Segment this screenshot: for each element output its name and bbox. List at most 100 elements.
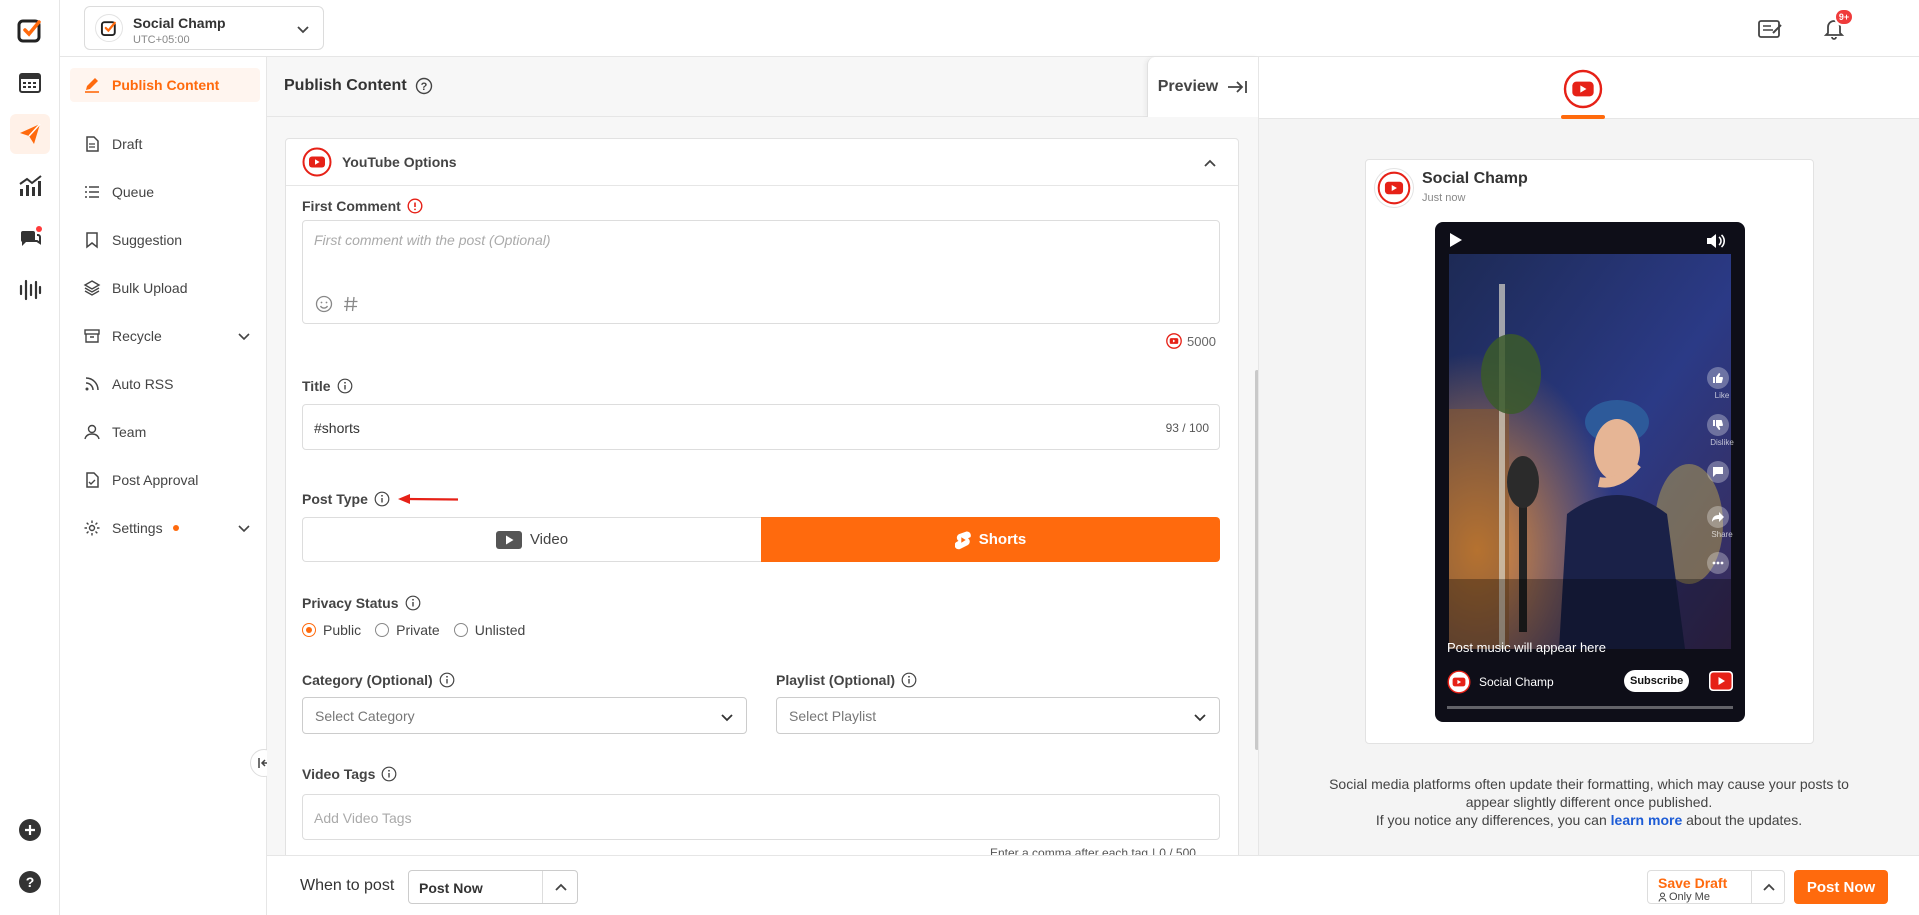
video-thumbnail: [1449, 254, 1731, 649]
privacy-public-radio[interactable]: Public: [302, 622, 361, 638]
privacy-unlisted-radio[interactable]: Unlisted: [453, 622, 526, 638]
post-now-button[interactable]: Post Now: [1794, 870, 1888, 904]
privacy-unlisted-label: Unlisted: [474, 622, 526, 638]
video-tags-hint-text: Enter a comma after each tag: [990, 847, 1149, 855]
info-icon: [374, 491, 390, 507]
sidebar-item-recycle[interactable]: Recycle: [70, 319, 260, 353]
sidebar-item-suggestion[interactable]: Suggestion: [70, 223, 260, 257]
preview-channel-name: Social Champ: [1422, 170, 1528, 187]
youtube-options-header[interactable]: YouTube Options: [286, 139, 1238, 186]
volume-icon[interactable]: [1705, 232, 1725, 250]
youtube-preview-tab[interactable]: [1561, 69, 1605, 109]
first-comment-label: First Comment: [302, 198, 423, 214]
sidebar-item-label: Team: [112, 424, 147, 440]
category-label: Category (Optional): [302, 672, 455, 688]
notice-line-2-suffix: about the updates.: [1686, 812, 1803, 828]
analytics-icon[interactable]: [10, 166, 50, 206]
hashtag-icon[interactable]: [343, 295, 359, 313]
share-icon[interactable]: [1707, 506, 1729, 528]
settings-indicator-dot: [172, 525, 179, 531]
document-check-icon: [82, 470, 102, 490]
playlist-select-value: Select Playlist: [789, 708, 877, 724]
chevron-down-icon: [236, 328, 252, 344]
comment-icon[interactable]: [1707, 461, 1729, 483]
add-icon[interactable]: [10, 810, 50, 850]
sidebar-item-label: Publish Content: [112, 77, 220, 93]
youtube-icon: [1374, 168, 1414, 208]
chevron-up-icon[interactable]: [1762, 881, 1776, 893]
video-tags-input[interactable]: Add Video Tags: [302, 794, 1220, 840]
when-to-post-select[interactable]: Post Now: [408, 870, 578, 904]
listening-icon[interactable]: [10, 270, 50, 310]
first-comment-textarea[interactable]: First comment with the post (Optional): [302, 220, 1220, 324]
account-switcher[interactable]: Social Champ UTC+05:00: [84, 6, 324, 50]
video-tags-label-text: Video Tags: [302, 766, 376, 782]
when-to-post-label: When to post: [300, 877, 395, 894]
title-input[interactable]: #shorts 93 / 100: [302, 404, 1220, 450]
sidebar-item-publish-content[interactable]: Publish Content: [70, 68, 260, 102]
share-label: Share: [1711, 530, 1733, 539]
top-bar: Social Champ UTC+05:00 9+: [60, 0, 1919, 57]
video-tags-label: Video Tags: [302, 766, 397, 782]
dislike-icon[interactable]: [1707, 414, 1729, 436]
category-select[interactable]: Select Category: [302, 697, 747, 734]
post-type-shorts-button[interactable]: Shorts: [761, 517, 1220, 562]
sidebar-item-post-approval[interactable]: Post Approval: [70, 463, 260, 497]
divider: [542, 871, 543, 903]
notifications-bell-icon[interactable]: 9+: [1822, 8, 1854, 40]
help-icon[interactable]: ?: [10, 862, 50, 902]
bottom-bar: When to post Post Now Save Draft Only Me…: [267, 855, 1919, 915]
video-preview[interactable]: Like Dislike Share Post music will appea…: [1435, 222, 1745, 722]
svg-text:?: ?: [26, 874, 35, 890]
publish-header: Publish Content ? Preview: [267, 57, 1258, 117]
privacy-status-label-text: Privacy Status: [302, 595, 399, 611]
save-scope-text: Only Me: [1669, 891, 1710, 903]
engage-chat-icon[interactable]: [10, 218, 50, 258]
svg-text:?: ?: [420, 81, 427, 93]
post-type-video-button[interactable]: Video: [302, 517, 761, 562]
category-label-text: Category (Optional): [302, 672, 433, 688]
youtube-icon: [1447, 670, 1471, 694]
video-progress-track[interactable]: [1447, 706, 1733, 709]
chevron-down-icon: [295, 21, 311, 37]
sidebar-item-team[interactable]: Team: [70, 415, 260, 449]
pencil-icon: [82, 75, 102, 95]
subscribe-button[interactable]: Subscribe: [1624, 670, 1690, 692]
sidebar-item-queue[interactable]: Queue: [70, 175, 260, 209]
chevron-up-icon[interactable]: [1202, 157, 1218, 169]
list-icon: [82, 182, 102, 202]
youtube-icon: [302, 147, 332, 177]
sidebar-item-bulk-upload[interactable]: Bulk Upload: [70, 271, 260, 305]
when-to-post-value: Post Now: [419, 880, 483, 896]
title-char-counter: 93 / 100: [1165, 421, 1209, 435]
preview-network-tabs: [1259, 57, 1919, 119]
learn-more-link[interactable]: learn more: [1611, 812, 1683, 828]
sidebar-item-settings[interactable]: Settings: [70, 511, 260, 545]
title-input-value: #shorts: [314, 420, 360, 436]
emoji-icon[interactable]: [315, 295, 333, 313]
sidebar: Publish Content Draft Queue Suggestion B…: [60, 57, 267, 915]
sidebar-item-label: Auto RSS: [112, 376, 174, 392]
preview-toggle-button[interactable]: Preview: [1147, 57, 1258, 117]
preview-label: Preview: [1157, 78, 1219, 95]
annotation-arrow-icon: [396, 493, 460, 505]
sidebar-item-label: Suggestion: [112, 232, 183, 248]
more-dots-icon[interactable]: [1707, 552, 1729, 574]
radio-circle: [375, 623, 390, 637]
publish-icon[interactable]: [10, 114, 50, 154]
like-icon[interactable]: [1707, 367, 1729, 389]
app-logo-icon[interactable]: [10, 10, 50, 50]
account-name: Social Champ: [133, 15, 226, 31]
playlist-select[interactable]: Select Playlist: [776, 697, 1220, 734]
play-icon[interactable]: [1449, 232, 1463, 248]
compose-notes-icon[interactable]: [1757, 16, 1783, 42]
sidebar-item-draft[interactable]: Draft: [70, 127, 260, 161]
save-draft-button[interactable]: Save Draft Only Me: [1647, 870, 1785, 904]
video-channel-name: Social Champ: [1479, 675, 1554, 689]
sidebar-item-auto-rss[interactable]: Auto RSS: [70, 367, 260, 401]
playlist-label-text: Playlist (Optional): [776, 672, 896, 688]
calendar-icon[interactable]: [10, 62, 50, 102]
help-circle-icon[interactable]: ?: [415, 77, 433, 95]
privacy-private-radio[interactable]: Private: [375, 622, 440, 638]
archive-box-icon: [82, 326, 102, 346]
